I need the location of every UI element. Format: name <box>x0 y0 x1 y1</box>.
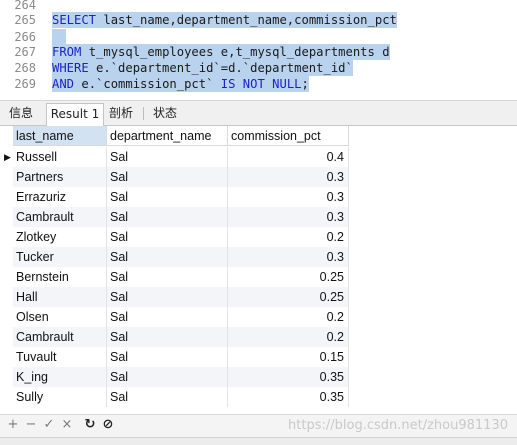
tab-profile[interactable]: 剖析 <box>104 103 138 124</box>
line-number: 267 <box>14 45 36 59</box>
cell-department-name[interactable]: Sal <box>107 287 228 307</box>
cell-last-name[interactable]: Sully <box>13 387 107 407</box>
table-row[interactable]: Zlotkey Sal 0.2 <box>0 227 517 247</box>
refresh-icon[interactable]: ↻ <box>83 417 97 433</box>
table-row[interactable]: Errazuriz Sal 0.3 <box>0 187 517 207</box>
cell-last-name[interactable]: Russell <box>13 147 107 167</box>
table-row[interactable]: Cambrault Sal 0.3 <box>0 207 517 227</box>
delete-row-icon[interactable]: − <box>24 417 38 433</box>
apply-changes-icon[interactable]: ✓ <box>42 417 56 433</box>
cell-department-name[interactable]: Sal <box>107 147 228 167</box>
cell-department-name[interactable]: Sal <box>107 387 228 407</box>
line-number: 269 <box>14 77 36 91</box>
cell-commission-pct[interactable]: 0.2 <box>228 227 349 247</box>
cell-last-name[interactable]: Olsen <box>13 307 107 327</box>
cell-last-name[interactable]: Cambrault <box>13 327 107 347</box>
cell-commission-pct[interactable]: 0.3 <box>228 247 349 267</box>
cell-commission-pct[interactable]: 0.15 <box>228 347 349 367</box>
cell-last-name[interactable]: Tucker <box>13 247 107 267</box>
tab-divider <box>143 107 144 120</box>
cell-department-name[interactable]: Sal <box>107 167 228 187</box>
cell-commission-pct[interactable]: 0.25 <box>228 267 349 287</box>
grid-toolbar: + − ✓ × ↻ ⊘ https://blog.csdn.net/zhou98… <box>0 414 517 437</box>
watermark: https://blog.csdn.net/zhou981130 <box>288 418 508 433</box>
sql-code-line[interactable]: WHERE e.`department_id`=d.`department_id… <box>52 60 353 76</box>
editor-line: 265 SELECT last_name,department_name,com… <box>0 12 517 28</box>
column-header-department-name[interactable]: department_name <box>107 126 228 146</box>
cell-last-name[interactable]: Errazuriz <box>13 187 107 207</box>
discard-changes-icon[interactable]: × <box>60 417 74 433</box>
cell-department-name[interactable]: Sal <box>107 347 228 367</box>
cell-commission-pct[interactable]: 0.4 <box>228 147 349 167</box>
current-row-marker-icon: ▶ <box>4 152 11 162</box>
cell-last-name[interactable]: Tuvault <box>13 347 107 367</box>
tab-result-1[interactable]: Result 1 <box>46 103 104 126</box>
cell-last-name[interactable]: Zlotkey <box>13 227 107 247</box>
cell-commission-pct[interactable]: 0.3 <box>228 167 349 187</box>
line-number: 265 <box>14 13 36 27</box>
sql-code-line[interactable]: SELECT last_name,department_name,commiss… <box>52 12 397 28</box>
cell-department-name[interactable]: Sal <box>107 247 228 267</box>
cell-department-name[interactable]: Sal <box>107 267 228 287</box>
cell-department-name[interactable]: Sal <box>107 307 228 327</box>
cell-commission-pct[interactable]: 0.2 <box>228 307 349 327</box>
cell-last-name[interactable]: Hall <box>13 287 107 307</box>
table-row[interactable]: Olsen Sal 0.2 <box>0 307 517 327</box>
cell-department-name[interactable]: Sal <box>107 207 228 227</box>
cell-department-name[interactable]: Sal <box>107 227 228 247</box>
cell-last-name[interactable]: K_ing <box>13 367 107 387</box>
cell-commission-pct[interactable]: 0.2 <box>228 327 349 347</box>
cell-commission-pct[interactable]: 0.25 <box>228 287 349 307</box>
sql-editor[interactable]: 264 265 SELECT last_name,department_name… <box>0 0 517 98</box>
cell-department-name[interactable]: Sal <box>107 367 228 387</box>
cell-commission-pct[interactable]: 0.3 <box>228 187 349 207</box>
sql-code-line[interactable]: FROM t_mysql_employees e,t_mysql_departm… <box>52 44 390 60</box>
sql-code-line[interactable]: AND e.`commission_pct` IS NOT NULL; <box>52 76 309 92</box>
table-row[interactable]: Sully Sal 0.35 <box>0 387 517 407</box>
stop-icon[interactable]: ⊘ <box>101 417 115 433</box>
table-row[interactable]: Hall Sal 0.25 <box>0 287 517 307</box>
cell-commission-pct[interactable]: 0.35 <box>228 367 349 387</box>
editor-line: 267 FROM t_mysql_employees e,t_mysql_dep… <box>0 44 517 60</box>
table-row[interactable]: ▶ Russell Sal 0.4 <box>0 147 517 167</box>
cell-last-name[interactable]: Bernstein <box>13 267 107 287</box>
table-row[interactable]: K_ing Sal 0.35 <box>0 367 517 387</box>
result-grid[interactable]: last_name department_name commission_pct… <box>0 126 517 410</box>
cell-commission-pct[interactable]: 0.35 <box>228 387 349 407</box>
table-row[interactable]: Partners Sal 0.3 <box>0 167 517 187</box>
cell-last-name[interactable]: Partners <box>13 167 107 187</box>
grid-header: last_name department_name commission_pct <box>0 126 517 147</box>
cell-department-name[interactable]: Sal <box>107 187 228 207</box>
table-row[interactable]: Bernstein Sal 0.25 <box>0 267 517 287</box>
cell-commission-pct[interactable]: 0.3 <box>228 207 349 227</box>
editor-line: 266 <box>0 29 517 45</box>
editor-line: 269 AND e.`commission_pct` IS NOT NULL; <box>0 76 517 92</box>
table-row[interactable]: Tucker Sal 0.3 <box>0 247 517 267</box>
editor-line: 268 WHERE e.`department_id`=d.`departmen… <box>0 60 517 76</box>
line-number: 268 <box>14 61 36 75</box>
tab-status[interactable]: 状态 <box>148 103 182 124</box>
cell-department-name[interactable]: Sal <box>107 327 228 347</box>
result-tab-bar: 信息 Result 1 剖析 状态 <box>0 100 517 126</box>
tab-info[interactable]: 信息 <box>4 103 38 124</box>
column-header-last-name[interactable]: last_name <box>13 126 107 146</box>
cell-last-name[interactable]: Cambrault <box>13 207 107 227</box>
table-row[interactable]: Cambrault Sal 0.2 <box>0 327 517 347</box>
table-row[interactable]: Tuvault Sal 0.15 <box>0 347 517 367</box>
add-row-icon[interactable]: + <box>6 417 20 433</box>
sql-code-line[interactable] <box>52 29 66 45</box>
column-header-commission-pct[interactable]: commission_pct <box>228 126 349 146</box>
line-number: 266 <box>14 30 36 44</box>
